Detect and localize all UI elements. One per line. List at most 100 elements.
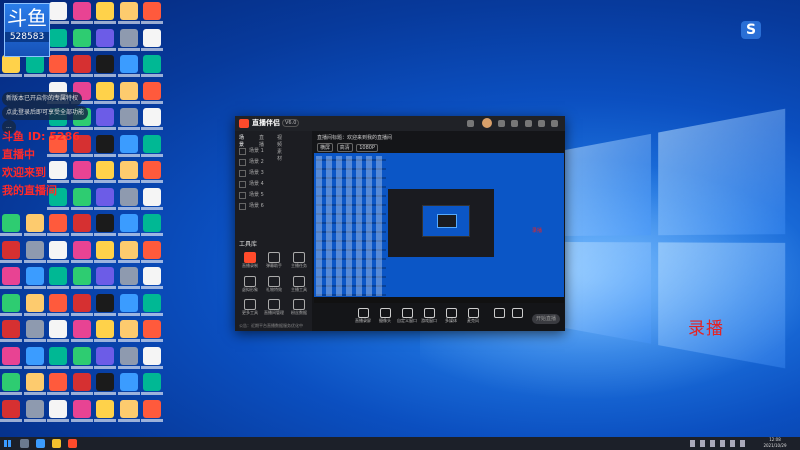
- notification-chip[interactable]: 新版本已开启你的专属特权: [2, 92, 83, 106]
- desktop-shortcut-icon[interactable]: [117, 346, 140, 369]
- desktop-shortcut-icon[interactable]: [47, 346, 69, 369]
- app-version-badge[interactable]: V6.0: [282, 119, 300, 127]
- desktop-shortcut-icon[interactable]: [23, 346, 46, 369]
- tool-danmu[interactable]: 弹幕助手: [265, 252, 282, 272]
- desktop-shortcut-icon[interactable]: [94, 373, 116, 395]
- camera-settings-button[interactable]: [490, 308, 508, 328]
- minimize-icon[interactable]: [525, 120, 532, 127]
- desktop-shortcut-icon[interactable]: [70, 214, 93, 236]
- desktop-shortcut-icon[interactable]: [94, 187, 116, 210]
- desktop-shortcut-icon[interactable]: [0, 267, 22, 289]
- desktop-shortcut-icon[interactable]: [94, 161, 116, 183]
- tool-room[interactable]: 直播间管理: [264, 299, 284, 319]
- tool-gift[interactable]: 礼物特效: [265, 276, 282, 296]
- desktop-shortcut-icon[interactable]: [0, 399, 22, 422]
- desktop-shortcut-icon[interactable]: [94, 108, 116, 130]
- edge-browser-icon[interactable]: [36, 439, 45, 448]
- desktop-shortcut-icon[interactable]: [23, 240, 46, 263]
- desktop-shortcut-icon[interactable]: [23, 320, 46, 342]
- desktop-shortcut-icon[interactable]: [23, 373, 46, 395]
- desktop-shortcut-icon[interactable]: [23, 293, 46, 316]
- desktop-shortcut-icon[interactable]: [94, 81, 116, 104]
- scene-item[interactable]: 场景 1: [239, 147, 309, 155]
- desktop-shortcut-icon[interactable]: [47, 267, 69, 289]
- avatar[interactable]: [482, 118, 492, 128]
- scene-item[interactable]: 场景 2: [239, 158, 309, 166]
- desktop-shortcut-icon[interactable]: [141, 320, 163, 342]
- streaming-app-taskbar-icon[interactable]: [68, 439, 77, 448]
- desktop-shortcut-icon[interactable]: [47, 320, 69, 342]
- start-live-button[interactable]: 开始直播: [532, 314, 560, 324]
- desktop-shortcut-icon[interactable]: [70, 161, 93, 183]
- desktop-shortcut-icon[interactable]: [117, 55, 140, 77]
- desktop-shortcut-icon[interactable]: [0, 55, 22, 77]
- desktop-shortcut-icon[interactable]: [70, 187, 93, 210]
- desktop-shortcut-icon[interactable]: [94, 28, 116, 51]
- desktop-shortcut-icon[interactable]: [141, 240, 163, 263]
- header-tag[interactable]: 1080P: [356, 144, 378, 152]
- desktop-shortcut-icon[interactable]: [47, 161, 69, 183]
- desktop-shortcut-icon[interactable]: [94, 399, 116, 422]
- search-icon[interactable]: [20, 439, 29, 448]
- scene-item[interactable]: 场景 3: [239, 169, 309, 177]
- clock[interactable]: 12:08 2021/10/29: [760, 437, 790, 449]
- s-app-icon[interactable]: S: [741, 21, 761, 39]
- desktop-shortcut-icon[interactable]: [23, 267, 46, 289]
- system-tray[interactable]: [690, 440, 750, 447]
- mail-icon[interactable]: [498, 120, 505, 127]
- desktop-shortcut-icon[interactable]: [23, 399, 46, 422]
- desktop-shortcut-icon[interactable]: [94, 240, 116, 263]
- desktop-shortcut-icon[interactable]: [70, 373, 93, 395]
- desktop-shortcut-icon[interactable]: [47, 214, 69, 236]
- desktop-shortcut-icon[interactable]: [141, 346, 163, 369]
- tool-avatar[interactable]: 虚拟形象: [241, 276, 258, 296]
- windows-start-icon[interactable]: [4, 440, 11, 447]
- desktop-shortcut-icon[interactable]: [117, 240, 140, 263]
- desktop-shortcut-icon[interactable]: [0, 214, 22, 236]
- desktop-shortcut-icon[interactable]: [70, 399, 93, 422]
- desktop-shortcut-icon[interactable]: [117, 134, 140, 157]
- close-icon[interactable]: [551, 120, 558, 127]
- tab-live[interactable]: 直播: [259, 134, 264, 148]
- desktop-shortcut-icon[interactable]: [94, 134, 116, 157]
- desktop-shortcut-icon[interactable]: [117, 187, 140, 210]
- custom-window-button[interactable]: 自定义窗口: [397, 308, 417, 328]
- eye-icon[interactable]: [239, 170, 246, 177]
- desktop-shortcut-icon[interactable]: [94, 320, 116, 342]
- header-tag[interactable]: 高清: [336, 143, 353, 152]
- desktop-shortcut-icon[interactable]: [141, 81, 163, 104]
- desktop-shortcut-icon[interactable]: [94, 214, 116, 236]
- settings-button[interactable]: [508, 308, 526, 328]
- desktop-shortcut-icon[interactable]: [47, 2, 69, 24]
- desktop-shortcut-icon[interactable]: [117, 28, 140, 51]
- game-window-button[interactable]: 游戏窗口: [420, 308, 438, 328]
- scene-item[interactable]: 场景 5: [239, 191, 309, 199]
- eye-icon[interactable]: [239, 192, 246, 199]
- tool-fans[interactable]: 粉丝数据: [290, 299, 307, 319]
- camera-button[interactable]: 摄像头: [376, 308, 394, 328]
- scene-item[interactable]: 场景 4: [239, 180, 309, 188]
- tool-host[interactable]: 主播工具: [290, 276, 307, 296]
- desktop-shortcut-icon[interactable]: [141, 293, 163, 316]
- screen-capture-button[interactable]: 直播录屏: [354, 308, 372, 328]
- gift-icon[interactable]: [467, 120, 474, 127]
- desktop-shortcut-icon[interactable]: [94, 346, 116, 369]
- desktop-shortcut-icon[interactable]: [70, 240, 93, 263]
- desktop-shortcut-icon[interactable]: [141, 2, 163, 24]
- app-titlebar[interactable]: 直播伴侣 V6.0: [235, 116, 565, 131]
- eye-icon[interactable]: [239, 148, 246, 155]
- desktop-shortcut-icon[interactable]: [117, 399, 140, 422]
- desktop-shortcut-icon[interactable]: [0, 240, 22, 263]
- desktop-shortcut-icon[interactable]: [141, 134, 163, 157]
- tool-more[interactable]: 更多工具: [241, 299, 258, 319]
- desktop-shortcut-icon[interactable]: [117, 293, 140, 316]
- desktop-shortcut-icon[interactable]: [0, 293, 22, 316]
- desktop-shortcut-icon[interactable]: [141, 187, 163, 210]
- desktop-shortcut-icon[interactable]: [141, 161, 163, 183]
- notification-chip[interactable]: 点此登录后即可享受全部功能: [2, 106, 89, 120]
- desktop-shortcut-icon[interactable]: [117, 320, 140, 342]
- desktop-shortcut-icon[interactable]: [23, 55, 46, 77]
- tool-task[interactable]: 主播任务: [290, 252, 307, 272]
- desktop-shortcut-icon[interactable]: [141, 214, 163, 236]
- desktop-shortcut-icon[interactable]: [0, 320, 22, 342]
